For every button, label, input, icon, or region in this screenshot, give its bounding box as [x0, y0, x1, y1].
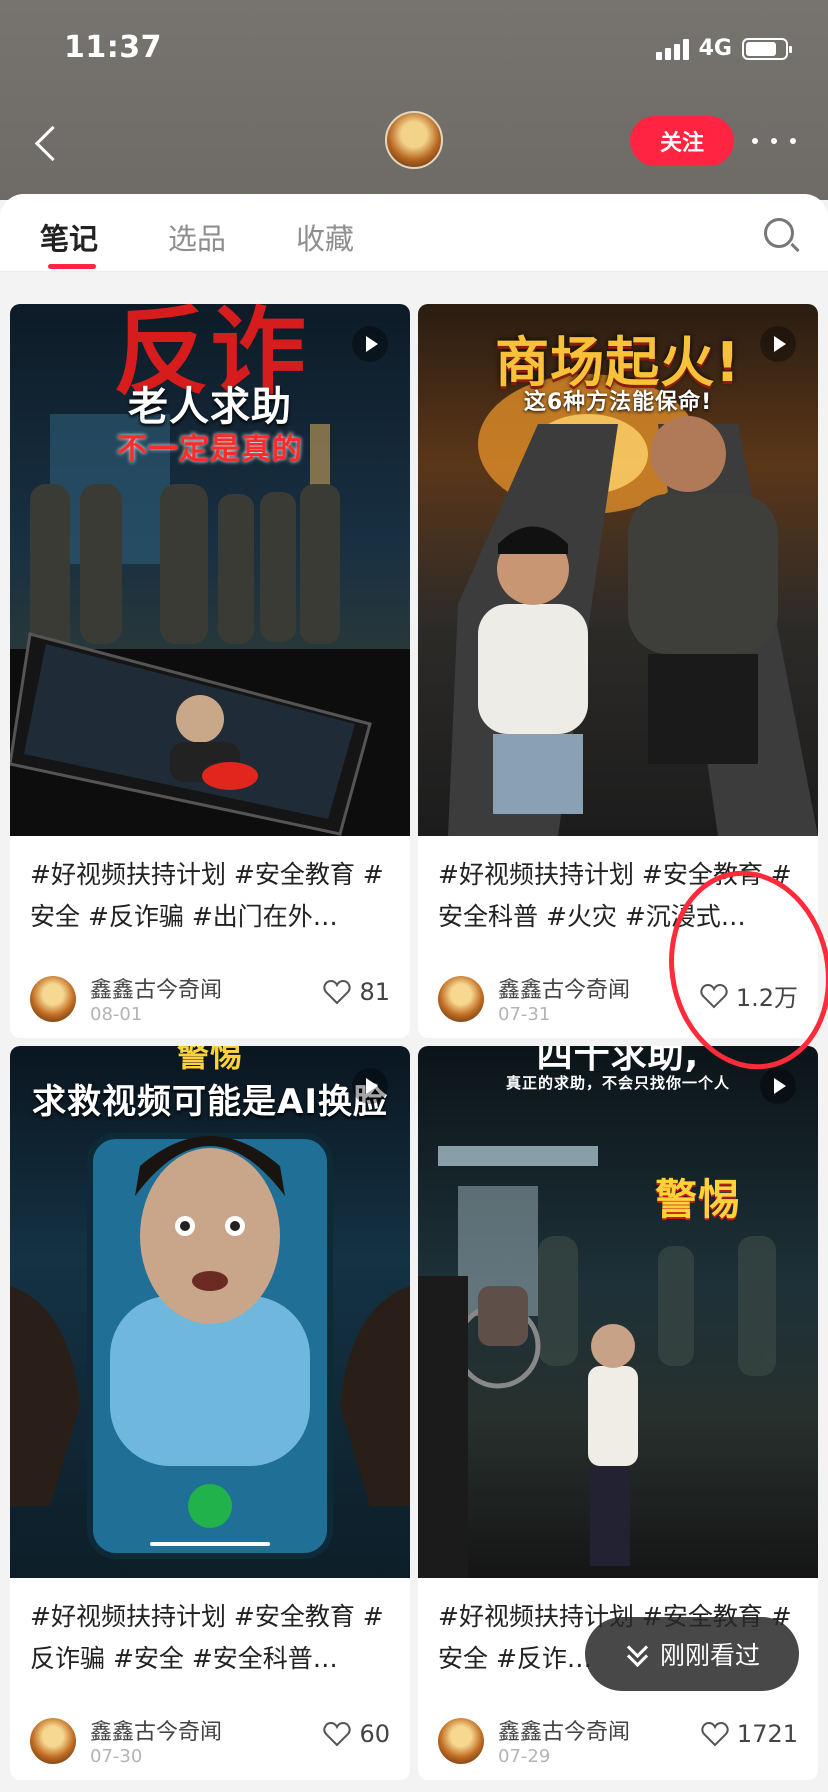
recently-viewed-label: 刚刚看过 — [659, 1641, 760, 1670]
like-button[interactable]: 1721 — [701, 1720, 798, 1748]
status-time: 11:37 — [64, 30, 162, 65]
like-button[interactable]: 81 — [323, 978, 390, 1006]
battery-icon — [742, 37, 792, 60]
signal-icon — [655, 38, 689, 60]
like-count: 1721 — [736, 1720, 798, 1748]
author-name[interactable]: 鑫鑫古今奇闻 — [90, 1714, 222, 1746]
overlay-top-text: 警惕 — [176, 1046, 243, 1074]
search-icon[interactable] — [764, 218, 794, 248]
play-icon — [760, 1068, 796, 1104]
post-date: 07-31 — [498, 1004, 551, 1025]
scene-illustration — [10, 1133, 410, 1559]
tab-favorites[interactable]: 收藏 — [296, 216, 354, 258]
note-thumbnail[interactable]: 反诈 老人求助 不一定是真的 — [10, 304, 410, 836]
author-avatar[interactable] — [438, 1718, 484, 1764]
post-date: 07-29 — [498, 1746, 551, 1767]
tab-products[interactable]: 选品 — [168, 216, 226, 258]
back-button[interactable] — [28, 118, 68, 168]
tab-notes[interactable]: 笔记 — [40, 216, 98, 258]
heart-icon — [323, 1721, 352, 1747]
author-avatar[interactable] — [438, 976, 484, 1022]
overlay-title: 真正的求助，不会只找你一个人 — [505, 1074, 730, 1092]
follow-button[interactable]: 关注 — [630, 116, 734, 166]
double-chevron-down-icon — [624, 1641, 650, 1667]
avatar[interactable] — [385, 111, 443, 169]
active-tab-indicator — [48, 264, 96, 269]
app-root: 11:37 4G 关注 笔记 选品 收藏 反诈 老人求助 不一定是真的 #好视频… — [0, 0, 828, 1792]
play-icon — [760, 326, 796, 362]
note-thumbnail[interactable]: 四十求助, 真正的求助，不会只找你一个人 警惕 — [418, 1046, 818, 1578]
note-card[interactable]: 警惕 求救视频可能是AI换脸 #好视频扶持计划 #安全教育 #反诈骗 #安全 #… — [10, 1046, 410, 1780]
more-options-button[interactable] — [752, 126, 796, 156]
author-name[interactable]: 鑫鑫古今奇闻 — [498, 972, 630, 1004]
author-name[interactable]: 鑫鑫古今奇闻 — [498, 1714, 630, 1746]
network-label: 4G — [698, 36, 732, 61]
heart-icon — [323, 979, 352, 1005]
overlay-subtitle: 不一定是真的 — [117, 432, 303, 467]
recently-viewed-button[interactable]: 刚刚看过 — [585, 1617, 799, 1691]
note-thumbnail[interactable]: 警惕 求救视频可能是AI换脸 — [10, 1046, 410, 1578]
note-caption: #好视频扶持计划 #安全教育 #安全 #反诈骗 #出门在外… — [30, 860, 384, 931]
profile-header: 11:37 4G 关注 — [0, 0, 828, 200]
status-indicators: 4G — [655, 36, 792, 61]
like-count: 81 — [359, 978, 390, 1006]
author-avatar[interactable] — [30, 976, 76, 1022]
overlay-subtitle: 这6种方法能保命! — [523, 390, 713, 415]
like-button[interactable]: 60 — [323, 1720, 390, 1748]
note-caption: #好视频扶持计划 #安全教育 #反诈骗 #安全 #安全科普… — [30, 1602, 384, 1673]
author-avatar[interactable] — [30, 1718, 76, 1764]
post-date: 07-30 — [90, 1746, 143, 1767]
tab-bar: 笔记 选品 收藏 — [0, 194, 828, 272]
play-icon — [352, 326, 388, 362]
heart-icon — [701, 1721, 729, 1747]
scene-illustration — [418, 1146, 776, 1578]
overlay-title: 求救视频可能是AI换脸 — [32, 1082, 388, 1122]
like-count: 60 — [359, 1720, 390, 1748]
overlay-subtitle: 警惕 — [654, 1175, 741, 1224]
play-icon — [352, 1068, 388, 1104]
post-date: 08-01 — [90, 1004, 143, 1025]
note-card[interactable]: 反诈 老人求助 不一定是真的 #好视频扶持计划 #安全教育 #安全 #反诈骗 #… — [10, 304, 410, 1038]
note-thumbnail[interactable]: 商场起火! 这6种方法能保命! — [418, 304, 818, 836]
author-name[interactable]: 鑫鑫古今奇闻 — [90, 972, 222, 1004]
